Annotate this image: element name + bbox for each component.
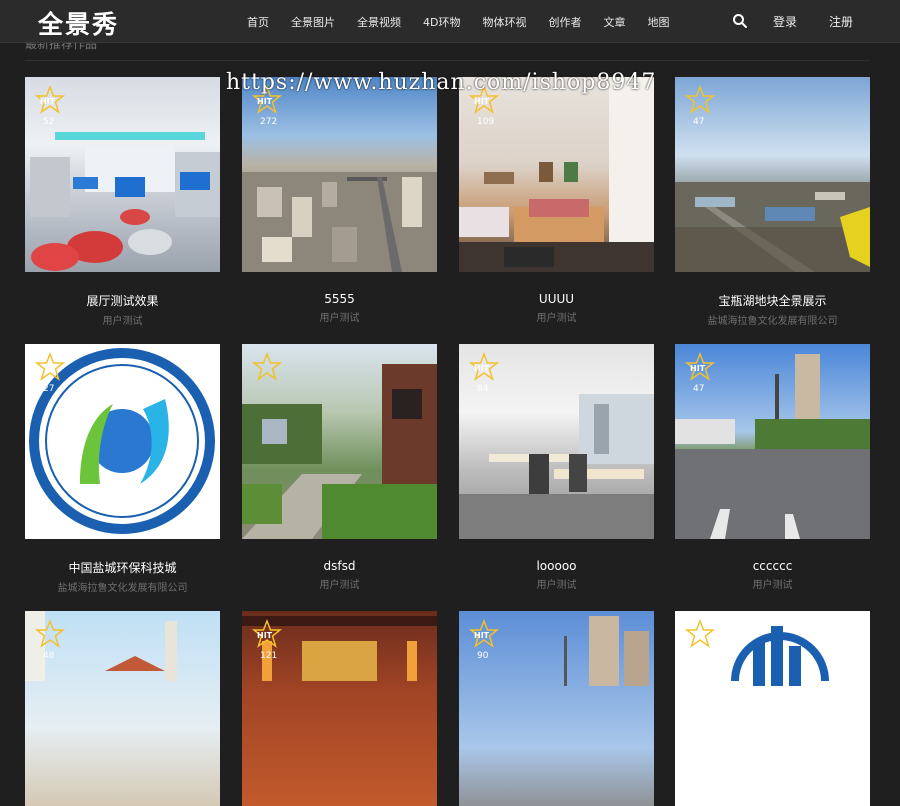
- hit-label: HIT: [40, 97, 56, 106]
- view-count: 27: [43, 384, 55, 394]
- card-author[interactable]: 用户测试: [242, 576, 437, 591]
- hit-label: HIT: [257, 631, 273, 640]
- office-thumbnail[interactable]: HIT 84: [459, 344, 654, 539]
- hit-label: HIT: [474, 97, 490, 106]
- hit-label: HIT: [474, 631, 490, 640]
- hit-star-icon: [684, 618, 716, 649]
- login-link[interactable]: 登录: [773, 13, 797, 30]
- hit-label: HIT: [474, 364, 490, 373]
- view-count: 84: [477, 384, 489, 394]
- card-author[interactable]: 盐城海拉鲁文化发展有限公司: [675, 312, 870, 327]
- main-nav: 首页 全景图片 全景视频 4D环物 物体环视 创作者 文章 地图: [247, 0, 691, 43]
- work-card[interactable]: HIT 109 UUUU 用户测试: [459, 77, 654, 324]
- work-card[interactable]: HIT 272 5555 用户测试: [242, 77, 437, 324]
- card-title[interactable]: 5555: [242, 292, 437, 306]
- farmland-aerial-thumbnail[interactable]: 47: [675, 77, 870, 272]
- exhibition-hall-thumbnail[interactable]: HIT 52: [25, 77, 220, 272]
- view-count: 121: [260, 651, 278, 661]
- card-author[interactable]: 盐城海拉鲁文化发展有限公司: [25, 579, 220, 594]
- view-count: 47: [693, 117, 705, 127]
- work-card[interactable]: HIT 84 looooo 用户测试: [459, 344, 654, 591]
- road-thumbnail[interactable]: HIT 47: [675, 344, 870, 539]
- card-title[interactable]: 展厅测试效果: [25, 292, 220, 309]
- card-author[interactable]: 用户测试: [459, 576, 654, 591]
- view-count: 90: [477, 651, 489, 661]
- view-count: 52: [43, 117, 55, 127]
- card-author[interactable]: 用户测试: [25, 312, 220, 327]
- nav-articles[interactable]: 文章: [603, 14, 625, 30]
- card-title[interactable]: 中国盐城环保科技城: [25, 559, 220, 576]
- card-title[interactable]: 宝瓶湖地块全景展示: [675, 292, 870, 309]
- aerial-city-thumbnail[interactable]: HIT 272: [242, 77, 437, 272]
- hit-star-icon: [34, 618, 66, 649]
- top-navigation-bar: 全景秀 首页 全景图片 全景视频 4D环物 物体环视 创作者 文章 地图 登录 …: [0, 0, 900, 43]
- nav-panorama-images[interactable]: 全景图片: [291, 14, 335, 30]
- hit-label: HIT: [690, 364, 706, 373]
- building-logo-thumbnail[interactable]: [675, 611, 870, 806]
- view-count: 109: [477, 117, 495, 127]
- hit-star-icon: [684, 84, 716, 115]
- card-author[interactable]: 用户测试: [459, 309, 654, 324]
- view-count: 272: [260, 117, 278, 127]
- nav-panorama-videos[interactable]: 全景视频: [357, 14, 401, 30]
- watermark-text: https://www.huzhan.com/ishop8947: [226, 70, 657, 95]
- temple-interior-thumbnail[interactable]: HIT 121: [242, 611, 437, 806]
- work-card[interactable]: 27 中国盐城环保科技城 盐城海拉鲁文化发展有限公司: [25, 344, 220, 594]
- view-count: 47: [693, 384, 705, 394]
- street-buildings-thumbnail[interactable]: HIT 90: [459, 611, 654, 806]
- work-card[interactable]: HIT 52 展厅测试效果 用户测试: [25, 77, 220, 327]
- site-logo[interactable]: 全景秀: [38, 5, 119, 41]
- card-title[interactable]: dsfsd: [242, 559, 437, 573]
- card-title[interactable]: looooo: [459, 559, 654, 573]
- section-header: 最新推荐作品: [25, 43, 870, 61]
- eco-tech-city-logo-thumbnail[interactable]: 27: [25, 344, 220, 539]
- hit-star-icon: [34, 351, 66, 382]
- card-title[interactable]: cccccc: [675, 559, 870, 573]
- garden-path-thumbnail[interactable]: [242, 344, 437, 539]
- work-card[interactable]: 48: [25, 611, 220, 806]
- search-icon[interactable]: [732, 13, 748, 29]
- section-title: 最新推荐作品: [25, 43, 98, 51]
- nav-map[interactable]: 地图: [647, 14, 669, 30]
- nav-home[interactable]: 首页: [247, 14, 269, 30]
- hit-label: HIT: [257, 97, 273, 106]
- work-card[interactable]: HIT 90: [459, 611, 654, 806]
- bedroom-thumbnail[interactable]: HIT 109: [459, 77, 654, 272]
- card-title[interactable]: UUUU: [459, 292, 654, 306]
- work-card[interactable]: [675, 611, 870, 806]
- work-card[interactable]: HIT 47 cccccc 用户测试: [675, 344, 870, 591]
- work-card[interactable]: HIT 121: [242, 611, 437, 806]
- nav-creators[interactable]: 创作者: [548, 14, 581, 30]
- work-card[interactable]: 47 宝瓶湖地块全景展示 盐城海拉鲁文化发展有限公司: [675, 77, 870, 327]
- pavilion-thumbnail[interactable]: 48: [25, 611, 220, 806]
- nav-object-view[interactable]: 物体环视: [482, 14, 526, 30]
- view-count: 48: [43, 651, 55, 661]
- register-link[interactable]: 注册: [829, 13, 853, 30]
- card-author[interactable]: 用户测试: [675, 576, 870, 591]
- hit-star-icon: [251, 351, 283, 382]
- card-author[interactable]: 用户测试: [242, 309, 437, 324]
- work-card[interactable]: dsfsd 用户测试: [242, 344, 437, 591]
- nav-4d-rotation[interactable]: 4D环物: [423, 14, 460, 30]
